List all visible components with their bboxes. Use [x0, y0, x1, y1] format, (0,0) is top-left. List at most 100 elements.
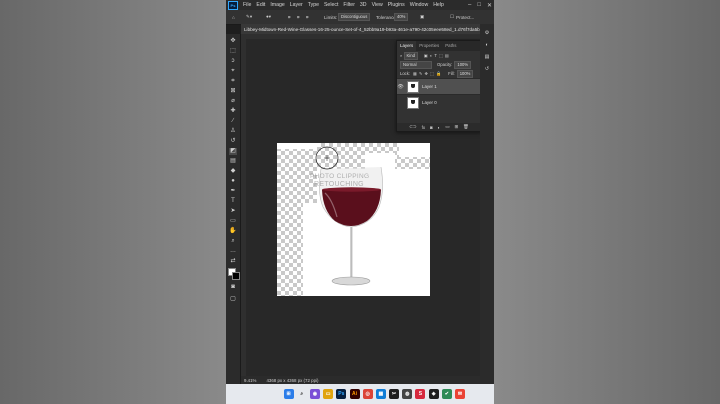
- maximize-button[interactable]: □: [477, 2, 481, 8]
- brush-settings-icon[interactable]: ▣: [420, 10, 424, 24]
- menu-layer[interactable]: Layer: [290, 2, 303, 8]
- tab-paths[interactable]: Paths: [442, 41, 459, 51]
- gradient-tool-icon[interactable]: ▤: [229, 158, 237, 165]
- delete-layer-icon[interactable]: 🗑: [463, 124, 469, 130]
- libraries-panel-icon[interactable]: ▤: [483, 54, 491, 61]
- layer-style-icon[interactable]: fx: [422, 125, 425, 130]
- layer-row[interactable]: Layer 0: [397, 94, 481, 110]
- pen-tool-icon[interactable]: ✒: [229, 188, 237, 195]
- app-dark-taskbar-icon[interactable]: ◈: [428, 389, 439, 399]
- history-panel-icon[interactable]: ↺: [483, 66, 491, 73]
- search-icon[interactable]: ⌕: [296, 389, 307, 399]
- panel-tabs: Layers Properties Paths: [397, 41, 481, 51]
- lock-label: Lock:: [400, 71, 411, 76]
- app-green-taskbar-icon[interactable]: ✔: [441, 389, 452, 399]
- add-mask-icon[interactable]: ◙: [430, 125, 433, 130]
- menu-file[interactable]: File: [243, 2, 251, 8]
- windows-start-icon[interactable]: ⊞: [283, 389, 294, 399]
- type-tool-icon[interactable]: T: [229, 198, 237, 205]
- crop-tool-icon[interactable]: ⌗: [229, 78, 237, 85]
- more-tools-icon[interactable]: …: [229, 248, 237, 255]
- sampling-continuous-icon[interactable]: ⌗: [288, 10, 291, 24]
- sampling-background-icon[interactable]: ⌗: [306, 10, 309, 24]
- document-tab[interactable]: Libbey-Midtown-Red-Wine-Glasses-16-25-ou…: [241, 24, 494, 34]
- app-red-taskbar-icon[interactable]: ✉: [455, 389, 466, 399]
- sampling-once-icon[interactable]: ⌗: [297, 10, 300, 24]
- tab-layers[interactable]: Layers: [397, 41, 417, 51]
- minimize-button[interactable]: –: [468, 2, 471, 8]
- zoom-level[interactable]: 9.41%: [244, 378, 256, 383]
- close-button[interactable]: ✕: [487, 2, 492, 9]
- limits-select[interactable]: Discontiguous: [338, 13, 371, 21]
- chrome-taskbar-icon[interactable]: ◎: [362, 389, 373, 399]
- illustrator-taskbar-icon[interactable]: Ai: [349, 389, 360, 399]
- quick-selection-tool-icon[interactable]: ⌖: [229, 68, 237, 75]
- rectangle-tool-icon[interactable]: ▭: [229, 218, 237, 225]
- menu-image[interactable]: Image: [270, 2, 284, 8]
- filter-icons[interactable]: ▣◐T⬚▤: [424, 53, 451, 58]
- hand-tool-icon[interactable]: ✋: [229, 228, 237, 235]
- eraser-tool-icon[interactable]: ◩: [229, 148, 237, 155]
- move-tool-icon[interactable]: ✥: [229, 38, 237, 45]
- document-canvas[interactable]: PHOTO CLIPPING RETOUCHING: [277, 143, 430, 296]
- limits-label: Limits:: [324, 14, 338, 20]
- brush-size-icon[interactable]: ●▾: [266, 10, 271, 24]
- blur-tool-icon[interactable]: ◆: [229, 168, 237, 175]
- menu-select[interactable]: Select: [324, 2, 338, 8]
- options-bar: ⌂ ✎▾ ●▾ ⌗ ⌗ ⌗ Limits: Discontiguous Tole…: [226, 10, 494, 25]
- adjustment-layer-icon[interactable]: ◐: [438, 125, 441, 130]
- app-s-taskbar-icon[interactable]: S: [415, 389, 426, 399]
- edit-toolbar-icon[interactable]: ⇄: [229, 258, 237, 265]
- collapsed-panels-strip: ⚙ ◐ ▤ ↺: [480, 24, 494, 384]
- opacity-label: Opacity:: [437, 62, 453, 67]
- document-info[interactable]: 4368 px x 4368 px (72 ppi): [266, 378, 318, 383]
- properties-panel-icon[interactable]: ⚙: [483, 30, 491, 37]
- menu-help[interactable]: Help: [433, 2, 444, 8]
- capcut-taskbar-icon[interactable]: ✂: [389, 389, 400, 399]
- menu-filter[interactable]: Filter: [343, 2, 355, 8]
- home-icon[interactable]: ⌂: [232, 10, 235, 24]
- new-layer-icon[interactable]: ⊞: [454, 124, 458, 130]
- photoshop-taskbar-icon[interactable]: Ps: [336, 389, 347, 399]
- background-eraser-tool-icon[interactable]: ✎▾: [246, 10, 252, 24]
- blend-mode-select[interactable]: Normal: [400, 60, 432, 69]
- menu-view[interactable]: View: [372, 2, 383, 8]
- link-layers-icon[interactable]: ⊂⊃: [409, 124, 416, 130]
- visibility-eye-icon[interactable]: 👁: [397, 84, 404, 90]
- copilot-icon[interactable]: ◉: [309, 389, 320, 399]
- tools-panel: ✥ ⬚ ↄ ⌖ ⌗ ⊠ ⌀ ✚ ∕ ♙ ↺ ◩ ▤ ◆ ● ✒ T ➤ ▭ ✋ …: [226, 34, 241, 384]
- zoom-tool-icon[interactable]: ⌕: [229, 238, 237, 245]
- menu-edit[interactable]: Edit: [256, 2, 265, 8]
- history-brush-tool-icon[interactable]: ↺: [229, 138, 237, 145]
- menu-window[interactable]: Window: [410, 2, 428, 8]
- dodge-tool-icon[interactable]: ●: [229, 178, 237, 185]
- store-taskbar-icon[interactable]: ▦: [375, 389, 386, 399]
- lasso-tool-icon[interactable]: ↄ: [229, 58, 237, 65]
- menu-3d[interactable]: 3D: [360, 2, 367, 8]
- eyedropper-tool-icon[interactable]: ⌀: [229, 98, 237, 105]
- healing-brush-tool-icon[interactable]: ✚: [229, 108, 237, 115]
- tab-properties[interactable]: Properties: [416, 41, 442, 51]
- kind-select[interactable]: Kind: [403, 51, 418, 60]
- protect-checkbox[interactable]: ☐: [450, 10, 454, 24]
- file-explorer-icon[interactable]: ▭: [323, 389, 334, 399]
- tolerance-field[interactable]: 40%: [394, 13, 409, 21]
- layers-panel-footer: ⊂⊃ fx ◙ ◐ ▭ ⊞ 🗑: [397, 123, 481, 131]
- layer-row[interactable]: 👁 Layer 1: [397, 78, 481, 94]
- frame-tool-icon[interactable]: ⊠: [229, 88, 237, 95]
- opacity-field[interactable]: 100%: [454, 60, 472, 69]
- path-selection-tool-icon[interactable]: ➤: [229, 208, 237, 215]
- app-taskbar-icon[interactable]: ◍: [402, 389, 413, 399]
- new-group-icon[interactable]: ▭: [445, 124, 449, 130]
- background-color-swatch[interactable]: [232, 272, 240, 280]
- fill-field[interactable]: 100%: [456, 69, 474, 78]
- menu-type[interactable]: Type: [308, 2, 319, 8]
- brush-tool-icon[interactable]: ∕: [229, 118, 237, 125]
- lock-icons[interactable]: ▦✎✥⬚🔒: [413, 71, 443, 77]
- adjustments-panel-icon[interactable]: ◐: [483, 42, 491, 49]
- menu-plugins[interactable]: Plugins: [388, 2, 405, 8]
- screen-mode-icon[interactable]: ▢: [229, 296, 237, 303]
- clone-stamp-tool-icon[interactable]: ♙: [229, 128, 237, 135]
- marquee-tool-icon[interactable]: ⬚: [229, 48, 237, 55]
- quick-mask-icon[interactable]: ◙: [229, 284, 237, 291]
